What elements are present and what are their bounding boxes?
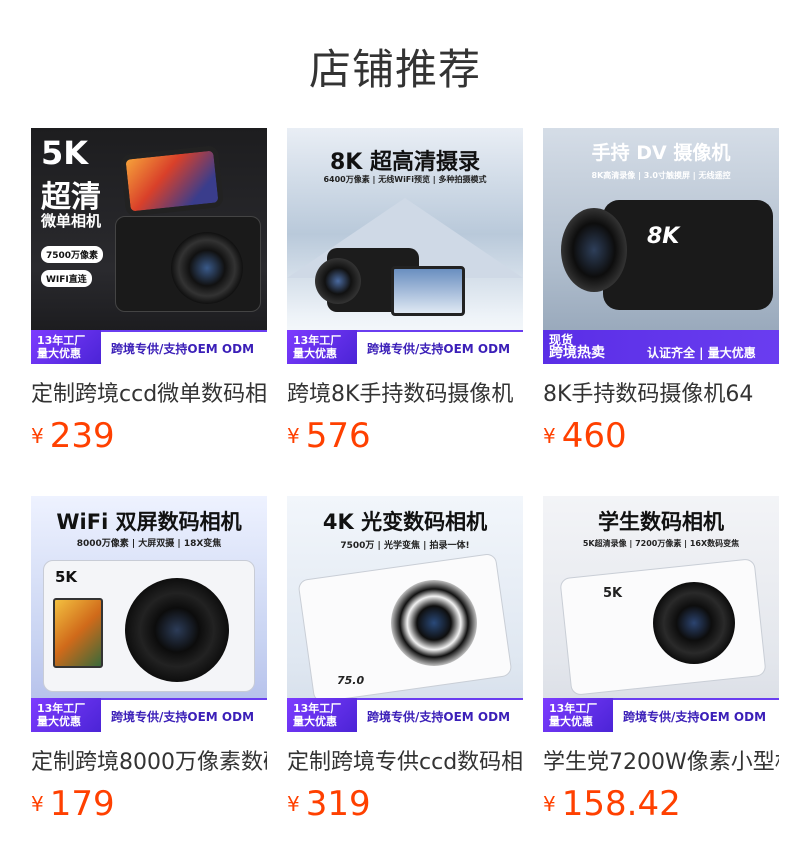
currency-symbol: ¥ (543, 792, 556, 816)
price-value: 460 (561, 416, 627, 456)
promo-text: 跨境专供/支持OEM ODM (111, 342, 255, 356)
promo-strip: 13年工厂 量大优惠 跨境专供/支持OEM ODM (543, 698, 779, 732)
image-tag-pixels: 7500万像素 (41, 246, 104, 263)
price-value: 319 (305, 784, 371, 824)
promo-strip: 13年工厂 量大优惠 跨境专供/支持OEM ODM (287, 330, 523, 364)
image-headline: 5K (41, 134, 89, 172)
product-image[interactable]: 5K 超清 微单相机 7500万像素 WIFI直连 13年工厂 量大优惠 跨境专供… (31, 128, 267, 364)
factory-badge: 13年工厂 量大优惠 (543, 698, 613, 732)
product-price: ¥576 (287, 416, 371, 456)
promo-strip: 13年工厂 量大优惠 跨境专供/支持OEM ODM (31, 698, 267, 732)
promo-text: 跨境专供/支持OEM ODM (111, 710, 255, 724)
image-headline-3: 微单相机 (41, 212, 102, 230)
product-name[interactable]: 定制跨境专供ccd数码相机 (287, 744, 523, 776)
factory-badge: 13年工厂 量大优惠 (287, 698, 357, 732)
camera-label: 5K (603, 586, 623, 601)
product-name[interactable]: 定制跨境ccd微单数码相机 (31, 376, 267, 408)
promo-text: 跨境专供/支持OEM ODM (623, 710, 767, 724)
camera-lens (171, 232, 243, 304)
product-card[interactable]: 学生数码相机 5K超清录像 | 7200万像素 | 16X数码变焦 5K 13年… (543, 496, 779, 824)
product-price: ¥319 (287, 784, 371, 824)
price-value: 179 (49, 784, 115, 824)
product-price: ¥460 (543, 416, 627, 456)
camera-label: 8K (647, 224, 680, 249)
product-price: ¥158.42 (543, 784, 681, 824)
factory-badge: 13年工厂 量大优惠 (31, 330, 101, 364)
currency-symbol: ¥ (287, 424, 300, 448)
currency-symbol: ¥ (31, 424, 44, 448)
price-value: 239 (49, 416, 115, 456)
factory-badge: 13年工厂 量大优惠 (287, 330, 357, 364)
promo-text: 认证齐全 | 量大优惠 (647, 346, 756, 360)
image-headline: WiFi 双屏数码相机 (56, 510, 242, 534)
product-image[interactable]: 学生数码相机 5K超清录像 | 7200万像素 | 16X数码变焦 5K 13年… (543, 496, 779, 732)
product-price: ¥239 (31, 416, 115, 456)
price-value: 576 (305, 416, 371, 456)
promo-strip: 13年工厂 量大优惠 跨境专供/支持OEM ODM (31, 330, 267, 364)
image-subline: 7500万 | 光学变焦 | 拍录一体! (340, 541, 470, 551)
price-value: 158.42 (561, 784, 681, 824)
image-headline: 学生数码相机 (598, 510, 724, 534)
camera-label: 5K (55, 568, 78, 586)
currency-symbol: ¥ (31, 792, 44, 816)
factory-badge: 13年工厂 量大优惠 (31, 698, 101, 732)
camera-lens (125, 578, 229, 682)
camera-lens (561, 208, 627, 292)
camera-screen (53, 598, 103, 668)
product-name[interactable]: 8K手持数码摄像机64 (543, 376, 779, 408)
promo-strip: 现货 跨境热卖 认证齐全 | 量大优惠 (543, 330, 779, 364)
product-card[interactable]: WiFi 双屏数码相机 8000万像素 | 大屏双摄 | 18X变焦 5K 13… (31, 496, 267, 824)
image-subline: 5K超清录像 | 7200万像素 | 16X数码变焦 (582, 539, 740, 548)
product-image[interactable]: 手持 DV 摄像机 8K高清录像 | 3.0寸触摸屏 | 无线遥控 8K 现货跨… (543, 128, 779, 364)
product-card[interactable]: 4K 光变数码相机 7500万 | 光学变焦 | 拍录一体! 75.0 13年工… (287, 496, 523, 824)
camera-screen (120, 145, 224, 217)
image-headline: 手持 DV 摄像机 (591, 142, 731, 164)
currency-symbol: ¥ (287, 792, 300, 816)
product-card[interactable]: 5K 超清 微单相机 7500万像素 WIFI直连 13年工厂 量大优惠 跨境专供… (31, 128, 267, 456)
page-title: 店铺推荐 (308, 45, 481, 94)
image-headline: 8K 超高清摄录 (329, 150, 480, 175)
stock-badge: 现货 跨境热卖 (549, 333, 605, 361)
image-subline: 6400万像素 | 无线WiFi预览 | 多种拍摄模式 (323, 175, 487, 184)
product-image[interactable]: WiFi 双屏数码相机 8000万像素 | 大屏双摄 | 18X变焦 5K 13… (31, 496, 267, 732)
camera-lens (653, 582, 735, 664)
product-image[interactable]: 4K 光变数码相机 7500万 | 光学变焦 | 拍录一体! 75.0 13年工… (287, 496, 523, 732)
promo-text: 跨境专供/支持OEM ODM (367, 710, 511, 724)
camera-lens (391, 580, 477, 666)
currency-symbol: ¥ (543, 424, 556, 448)
product-card[interactable]: 手持 DV 摄像机 8K高清录像 | 3.0寸触摸屏 | 无线遥控 8K 现货跨… (543, 128, 779, 456)
promo-text: 跨境专供/支持OEM ODM (367, 342, 511, 356)
product-name[interactable]: 跨境8K手持数码摄像机 (287, 376, 523, 408)
product-card[interactable]: 8K 超高清摄录 6400万像素 | 无线WiFi预览 | 多种拍摄模式 13年… (287, 128, 523, 456)
product-price: ¥179 (31, 784, 115, 824)
camera-body (603, 200, 773, 310)
image-subline: 8K高清录像 | 3.0寸触摸屏 | 无线遥控 (591, 171, 731, 180)
image-headline: 4K 光变数码相机 (322, 510, 488, 534)
product-name[interactable]: 学生党7200W像素小型相机 (543, 744, 779, 776)
camera-label: 75.0 (337, 674, 365, 687)
image-subline: 8000万像素 | 大屏双摄 | 18X变焦 (76, 539, 222, 549)
image-tag-wifi: WIFI直连 (41, 270, 92, 287)
product-name[interactable]: 定制跨境8000万像素数码相机 (31, 744, 267, 776)
product-image[interactable]: 8K 超高清摄录 6400万像素 | 无线WiFi预览 | 多种拍摄模式 13年… (287, 128, 523, 364)
camera-screen (391, 266, 465, 316)
camera-lens (315, 258, 361, 304)
promo-strip: 13年工厂 量大优惠 跨境专供/支持OEM ODM (287, 698, 523, 732)
